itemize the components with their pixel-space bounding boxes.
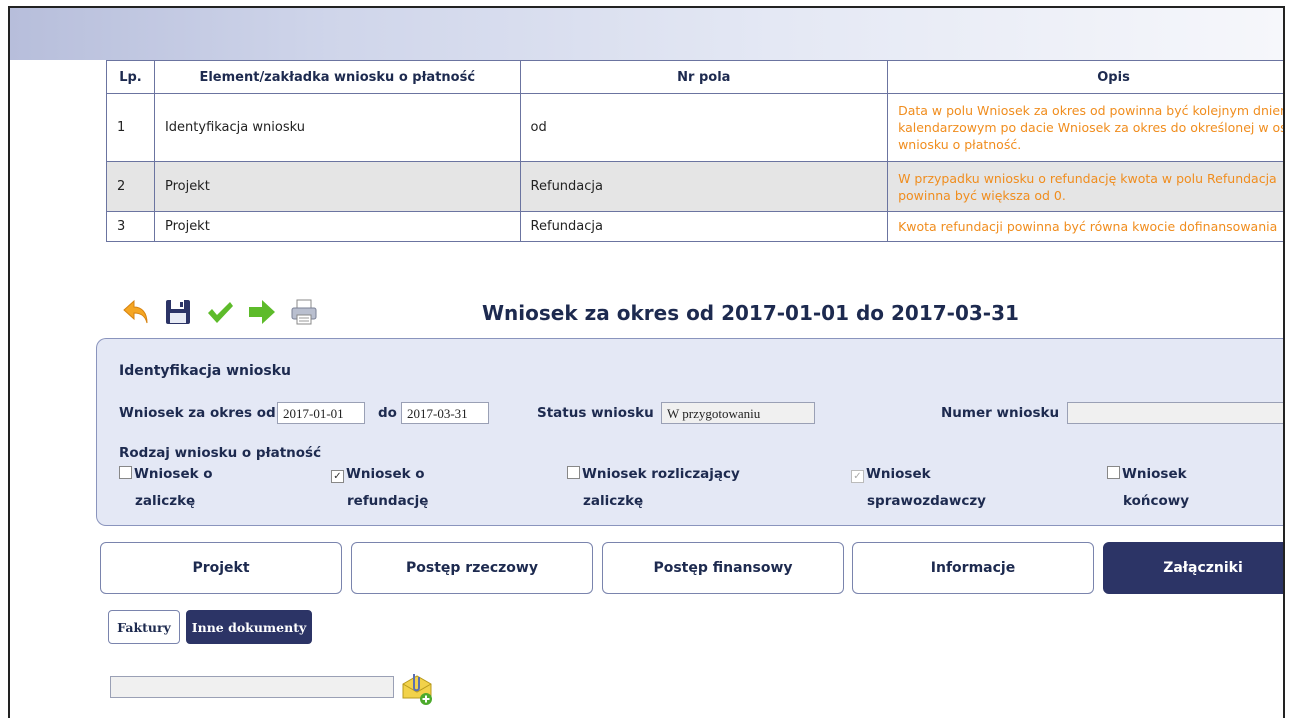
top-banner bbox=[10, 8, 1283, 60]
cell-element: Identyfikacja wniosku bbox=[153, 93, 521, 162]
table-row[interactable]: 2 Projekt Refundacja W przypadku wniosku… bbox=[106, 161, 1283, 212]
file-input[interactable] bbox=[110, 676, 394, 698]
table-row[interactable]: 3 Projekt Refundacja Kwota refundacji po… bbox=[106, 211, 1283, 242]
checkbox-label-2: końcowy bbox=[1123, 493, 1190, 509]
tab-zalaczniki[interactable]: Załączniki bbox=[1103, 542, 1283, 594]
header-nr-pola: Nr pola bbox=[519, 60, 889, 94]
subtab-inne-dokumenty[interactable]: Inne dokumenty bbox=[186, 610, 312, 644]
validation-table: Lp. Element/zakładka wniosku o płatność … bbox=[106, 60, 1283, 242]
okres-do-field[interactable]: 2017-03-31 bbox=[401, 402, 489, 424]
checkbox-label-2: sprawozdawczy bbox=[867, 493, 986, 509]
cell-nr-pola: Refundacja bbox=[519, 161, 889, 212]
okres-od-label: Wniosek za okres od bbox=[119, 405, 276, 421]
checkbox-label: Wniosek o bbox=[134, 466, 213, 482]
save-icon[interactable] bbox=[162, 296, 194, 328]
header-lp: Lp. bbox=[106, 60, 155, 94]
cell-lp: 2 bbox=[106, 161, 155, 212]
tab-projekt[interactable]: Projekt bbox=[100, 542, 342, 594]
checkbox-label: Wniosek rozliczający bbox=[582, 466, 740, 482]
forward-arrow-icon[interactable] bbox=[246, 296, 278, 328]
checkbox-label: Wniosek bbox=[866, 466, 931, 482]
cell-nr-pola: od bbox=[519, 93, 889, 162]
back-arrow-icon[interactable] bbox=[120, 296, 152, 328]
page-title: Wniosek za okres od 2017-01-01 do 2017-0… bbox=[482, 301, 1019, 325]
print-icon[interactable] bbox=[288, 296, 320, 328]
header-opis: Opis bbox=[887, 60, 1283, 94]
cell-opis: W przypadku wniosku o refundację kwota w… bbox=[887, 161, 1283, 212]
cell-lp: 1 bbox=[106, 93, 155, 162]
checkbox-box[interactable] bbox=[567, 466, 580, 479]
checkbox-koncowy[interactable]: Wniosek końcowy bbox=[1107, 461, 1189, 515]
checkbox-label-2: zaliczkę bbox=[583, 493, 644, 509]
cell-element: Projekt bbox=[153, 211, 521, 242]
checkbox-box[interactable] bbox=[1107, 466, 1120, 479]
check-icon[interactable] bbox=[204, 296, 236, 328]
tab-informacje[interactable]: Informacje bbox=[852, 542, 1094, 594]
status-field: W przygotowaniu bbox=[661, 402, 815, 424]
table-header-row: Lp. Element/zakładka wniosku o płatność … bbox=[106, 60, 1283, 94]
checkbox-refundacja[interactable]: ✓ Wniosek o refundację bbox=[331, 461, 428, 515]
rodzaj-label: Rodzaj wniosku o płatność bbox=[119, 445, 322, 461]
checkbox-box[interactable] bbox=[119, 466, 132, 479]
cell-opis: Data w polu Wniosek za okres od powinna … bbox=[887, 93, 1283, 162]
numer-label: Numer wniosku bbox=[941, 405, 1060, 421]
toolbar bbox=[120, 296, 320, 328]
checkbox-sprawozdawczy: ✓ Wniosek sprawozdawczy bbox=[851, 461, 986, 515]
tab-postep-finansowy[interactable]: Postęp finansowy bbox=[602, 542, 844, 594]
app-frame: Lp. Element/zakładka wniosku o płatność … bbox=[8, 6, 1285, 718]
checkbox-zaliczka[interactable]: Wniosek o zaliczkę bbox=[119, 461, 213, 515]
subtab-faktury[interactable]: Faktury bbox=[108, 610, 180, 644]
checkbox-label: Wniosek bbox=[1122, 466, 1187, 482]
okres-od-field[interactable]: 2017-01-01 bbox=[277, 402, 365, 424]
cell-element: Projekt bbox=[153, 161, 521, 212]
checkbox-box: ✓ bbox=[851, 470, 864, 483]
checkbox-label-2: zaliczkę bbox=[135, 493, 196, 509]
table-row[interactable]: 1 Identyfikacja wniosku od Data w polu W… bbox=[106, 93, 1283, 162]
header-element: Element/zakładka wniosku o płatność bbox=[153, 60, 521, 94]
section-title: Identyfikacja wniosku bbox=[119, 363, 291, 379]
tab-postep-rzeczowy[interactable]: Postęp rzeczowy bbox=[351, 542, 593, 594]
checkbox-label: Wniosek o bbox=[346, 466, 425, 482]
cell-nr-pola: Refundacja bbox=[519, 211, 889, 242]
numer-field[interactable] bbox=[1067, 402, 1283, 424]
cell-lp: 3 bbox=[106, 211, 155, 242]
checkbox-label-2: refundację bbox=[347, 493, 429, 509]
identification-panel: Identyfikacja wniosku Wniosek za okres o… bbox=[96, 338, 1283, 526]
checkbox-rozliczajacy[interactable]: Wniosek rozliczający zaliczkę bbox=[567, 461, 740, 515]
validation-table-wrap: Lp. Element/zakładka wniosku o płatność … bbox=[106, 60, 1283, 242]
checkbox-box[interactable]: ✓ bbox=[331, 470, 344, 483]
add-attachment-icon[interactable] bbox=[400, 672, 434, 706]
okres-do-label: do bbox=[378, 405, 397, 421]
status-label: Status wniosku bbox=[537, 405, 654, 421]
cell-opis: Kwota refundacji powinna być równa kwoci… bbox=[887, 211, 1283, 242]
